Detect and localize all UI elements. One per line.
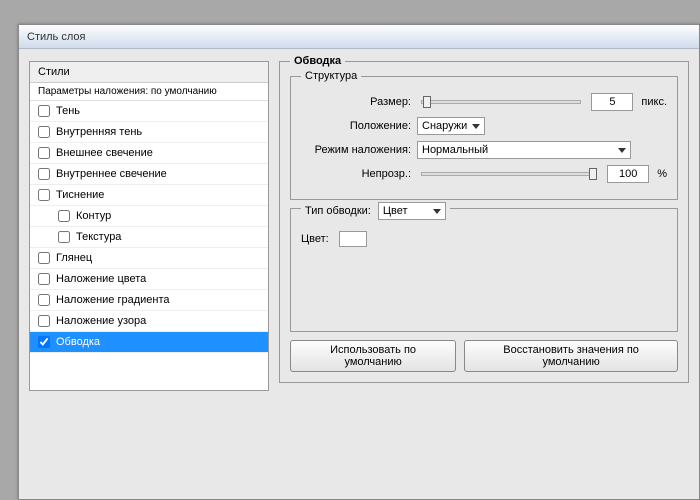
blend-defaults-row[interactable]: Параметры наложения: по умолчанию bbox=[30, 83, 268, 101]
style-item[interactable]: Тиснение bbox=[30, 185, 268, 206]
styles-header: Стили bbox=[30, 62, 268, 83]
style-label: Наложение узора bbox=[56, 315, 146, 327]
opacity-row: Непрозр.: % bbox=[301, 165, 667, 183]
style-label: Текстура bbox=[76, 231, 121, 243]
style-checkbox[interactable] bbox=[38, 252, 50, 264]
style-label: Внешнее свечение bbox=[56, 147, 153, 159]
opacity-input[interactable] bbox=[607, 165, 649, 183]
opacity-slider[interactable] bbox=[421, 172, 597, 176]
style-checkbox[interactable] bbox=[38, 273, 50, 285]
style-item[interactable]: Внутреннее свечение bbox=[30, 164, 268, 185]
style-item[interactable]: Наложение цвета bbox=[30, 269, 268, 290]
style-item[interactable]: Глянец bbox=[30, 248, 268, 269]
blend-label: Режим наложения: bbox=[301, 144, 411, 156]
style-item[interactable]: Тень bbox=[30, 101, 268, 122]
window-title: Стиль слоя bbox=[27, 31, 85, 43]
color-swatch[interactable] bbox=[339, 231, 367, 247]
titlebar: Стиль слоя bbox=[19, 25, 699, 49]
style-label: Обводка bbox=[56, 336, 100, 348]
size-row: Размер: пикс. bbox=[301, 93, 667, 111]
color-row: Цвет: bbox=[301, 231, 667, 247]
style-item[interactable]: Наложение узора bbox=[30, 311, 268, 332]
style-checkbox[interactable] bbox=[38, 168, 50, 180]
styles-panel: Стили Параметры наложения: по умолчанию … bbox=[29, 61, 269, 391]
style-label: Внутренняя тень bbox=[56, 126, 142, 138]
size-label: Размер: bbox=[301, 96, 411, 108]
make-default-button[interactable]: Использовать по умолчанию bbox=[290, 340, 456, 372]
color-label: Цвет: bbox=[301, 233, 329, 245]
style-item[interactable]: Наложение градиента bbox=[30, 290, 268, 311]
style-item[interactable]: Текстура bbox=[30, 227, 268, 248]
blend-row: Режим наложения: Нормальный bbox=[301, 141, 667, 159]
stroke-fieldset: Обводка Структура Размер: пикс. bbox=[279, 61, 689, 383]
style-label: Наложение цвета bbox=[56, 273, 146, 285]
style-checkbox[interactable] bbox=[38, 336, 50, 348]
style-item[interactable]: Контур bbox=[30, 206, 268, 227]
filltype-fieldset: Тип обводки: Цвет Цвет: bbox=[290, 208, 678, 332]
style-item[interactable]: Внутренняя тень bbox=[30, 122, 268, 143]
layer-style-window: Стиль слоя Стили Параметры наложения: по… bbox=[18, 24, 700, 500]
style-label: Тиснение bbox=[56, 189, 104, 201]
settings-panel: Обводка Структура Размер: пикс. bbox=[279, 61, 689, 391]
style-checkbox[interactable] bbox=[38, 126, 50, 138]
reset-default-button[interactable]: Восстановить значения по умолчанию bbox=[464, 340, 678, 372]
style-label: Глянец bbox=[56, 252, 92, 264]
position-label: Положение: bbox=[301, 120, 411, 132]
style-label: Наложение градиента bbox=[56, 294, 170, 306]
style-checkbox[interactable] bbox=[38, 147, 50, 159]
structure-fieldset: Структура Размер: пикс. Положение: Снару… bbox=[290, 76, 678, 200]
position-select[interactable]: Снаружи bbox=[417, 117, 485, 135]
slider-thumb[interactable] bbox=[423, 96, 431, 108]
style-checkbox[interactable] bbox=[58, 210, 70, 222]
size-unit: пикс. bbox=[641, 96, 667, 108]
style-list: Тень Внутренняя тень Внешнее свечение Внутр… bbox=[30, 101, 268, 353]
size-input[interactable] bbox=[591, 93, 633, 111]
style-label: Тень bbox=[56, 105, 80, 117]
slider-thumb[interactable] bbox=[589, 168, 597, 180]
style-item[interactable]: Внешнее свечение bbox=[30, 143, 268, 164]
style-checkbox[interactable] bbox=[38, 294, 50, 306]
opacity-label: Непрозр.: bbox=[301, 168, 411, 180]
style-label: Контур bbox=[76, 210, 111, 222]
filltype-legend: Тип обводки: Цвет bbox=[301, 202, 450, 220]
size-slider[interactable] bbox=[421, 100, 581, 104]
blend-select[interactable]: Нормальный bbox=[417, 141, 631, 159]
stroke-legend: Обводка bbox=[290, 55, 345, 67]
style-checkbox[interactable] bbox=[38, 315, 50, 327]
style-item[interactable]: Обводка bbox=[30, 332, 268, 353]
position-row: Положение: Снаружи bbox=[301, 117, 667, 135]
style-checkbox[interactable] bbox=[38, 189, 50, 201]
content: Стили Параметры наложения: по умолчанию … bbox=[19, 49, 699, 403]
style-checkbox[interactable] bbox=[38, 105, 50, 117]
opacity-unit: % bbox=[657, 168, 667, 180]
style-checkbox[interactable] bbox=[58, 231, 70, 243]
filltype-select[interactable]: Цвет bbox=[378, 202, 446, 220]
style-label: Внутреннее свечение bbox=[56, 168, 167, 180]
buttons-row: Использовать по умолчанию Восстановить з… bbox=[290, 340, 678, 372]
structure-legend: Структура bbox=[301, 70, 361, 82]
